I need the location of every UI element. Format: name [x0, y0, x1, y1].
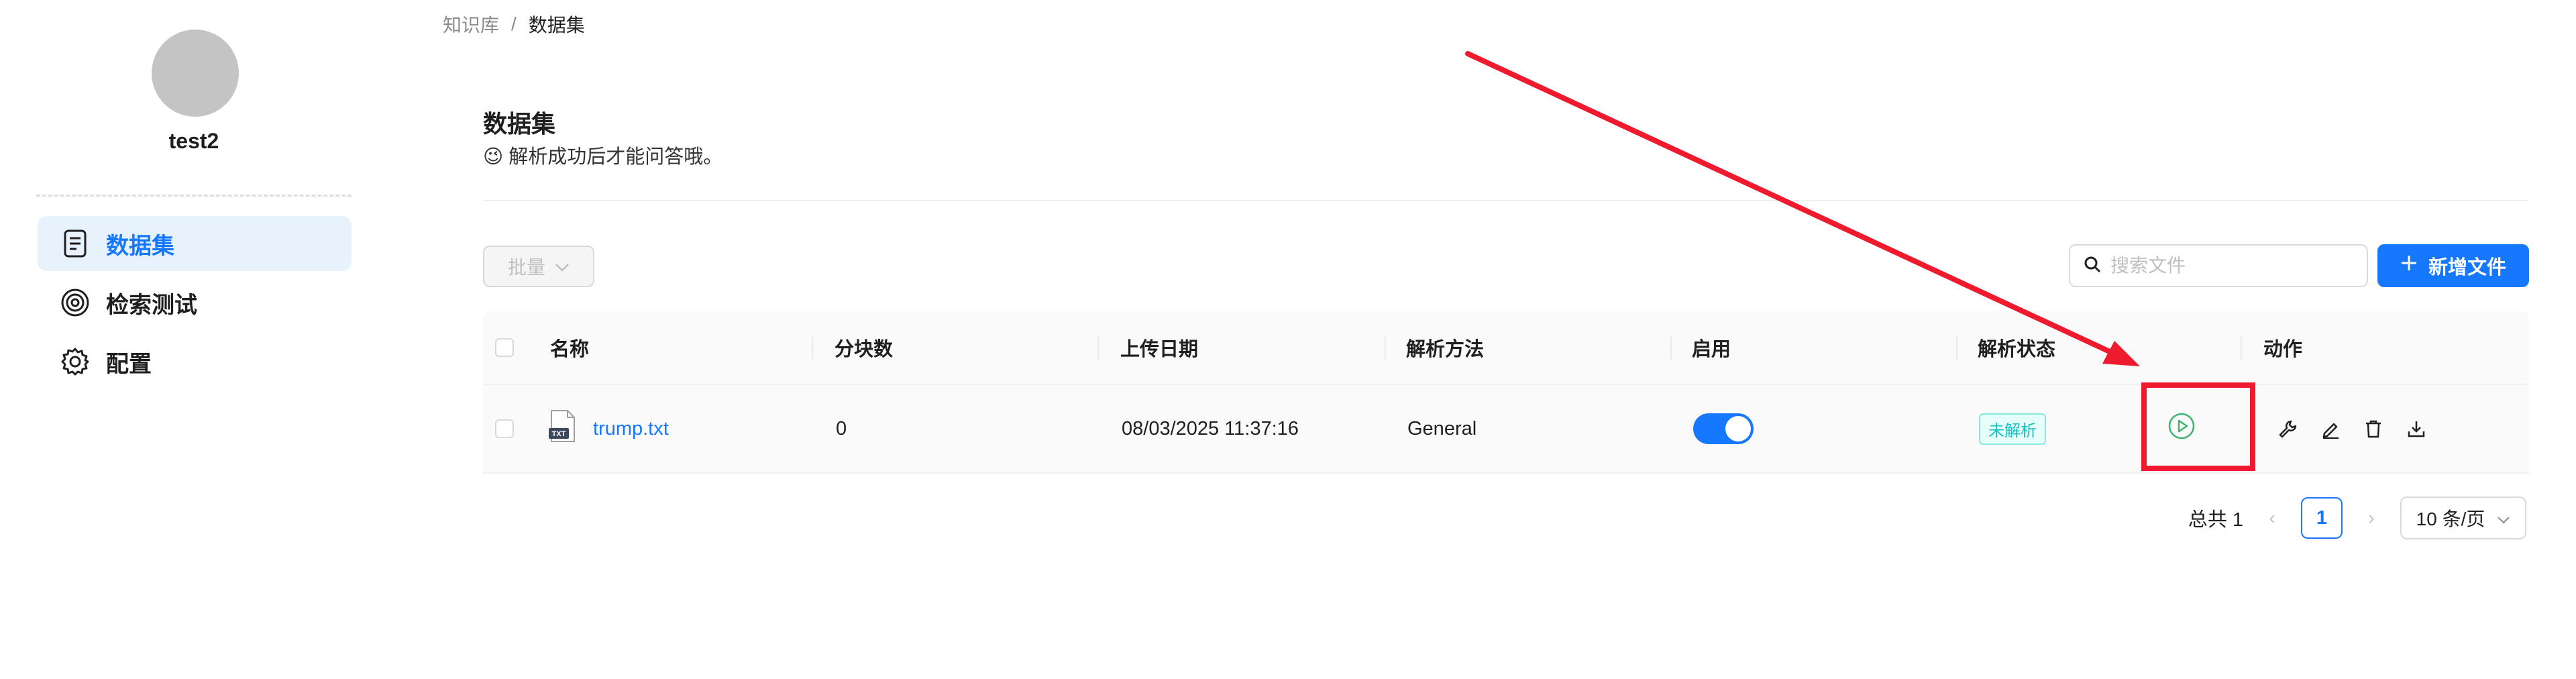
annotation-arrow [1465, 51, 2140, 366]
annotation-highlight-box [2141, 382, 2255, 471]
